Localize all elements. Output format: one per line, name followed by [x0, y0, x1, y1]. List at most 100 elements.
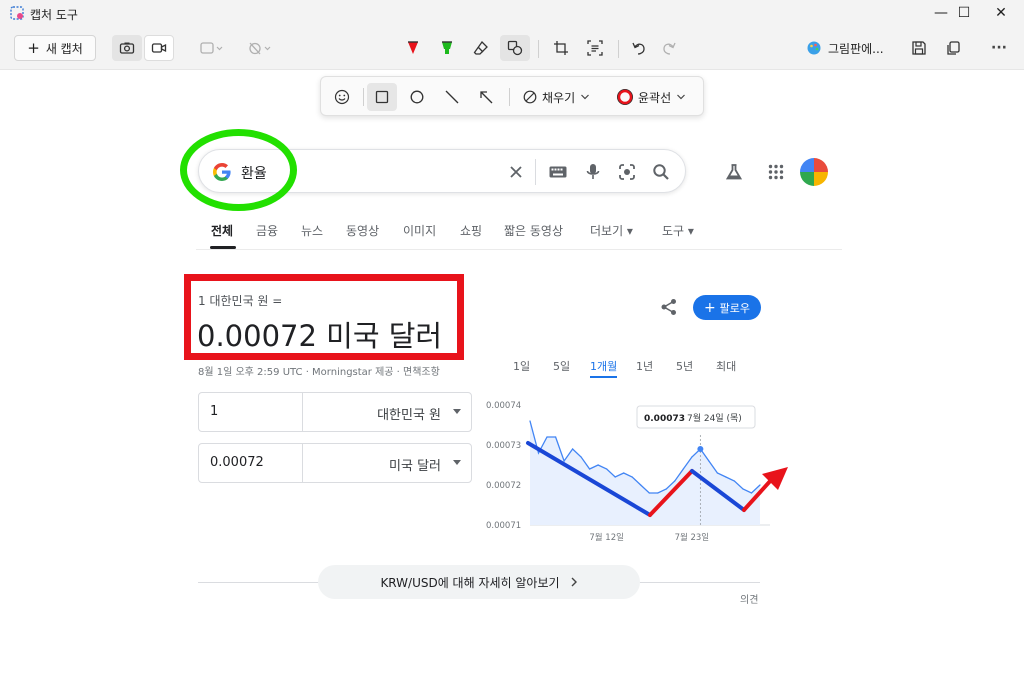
circle-shape-button[interactable]: [402, 83, 432, 111]
green-highlighter-icon: [442, 41, 452, 54]
search-labs-button[interactable]: [722, 160, 746, 184]
eraser-button[interactable]: [466, 35, 496, 61]
chevron-down-icon: [581, 94, 590, 100]
range-1y[interactable]: 1년: [636, 358, 653, 374]
chevron-down-icon: [677, 94, 686, 100]
range-5d[interactable]: 5일: [553, 358, 570, 374]
data-point: [580, 456, 582, 458]
tab-short-videos[interactable]: 짧은 동영상: [504, 222, 563, 239]
text-scan-icon: [587, 40, 603, 56]
google-apps-button[interactable]: [764, 160, 788, 184]
search-submit-button[interactable]: [650, 161, 672, 183]
krw-amount[interactable]: 1: [210, 404, 218, 419]
active-tab-indicator: [210, 246, 236, 249]
undo-icon: [632, 42, 645, 55]
dropdown-arrow-icon: [453, 460, 461, 465]
emoji-button[interactable]: [327, 83, 357, 111]
data-point: [648, 492, 650, 494]
y-tick-label: 0.00072: [486, 481, 521, 491]
krw-currency-select[interactable]: 대한민국 원: [377, 404, 441, 423]
data-point: [589, 468, 591, 470]
save-button[interactable]: [904, 35, 934, 61]
data-point: [691, 456, 693, 458]
shapes-button[interactable]: [500, 35, 530, 61]
line-icon: [445, 90, 459, 104]
tab-finance[interactable]: 금융: [256, 222, 278, 239]
video-mode-button[interactable]: [144, 35, 174, 61]
feedback-link[interactable]: 의견: [740, 591, 758, 606]
amount-input-krw[interactable]: 1 대한민국 원: [198, 392, 472, 432]
usd-amount[interactable]: 0.00072: [210, 455, 264, 470]
undo-button[interactable]: [624, 35, 654, 61]
outline-dropdown[interactable]: 윤곽선: [617, 83, 686, 111]
share-button[interactable]: [658, 296, 680, 318]
chevron-right-icon: [571, 577, 577, 587]
data-attribution: 8월 1일 오후 2:59 UTC · Morningstar 제공 · 면책조…: [198, 367, 440, 378]
ballpoint-pen-button[interactable]: [398, 35, 428, 61]
usd-currency-select[interactable]: 미국 달러: [389, 455, 441, 474]
tab-shopping[interactable]: 쇼핑: [460, 222, 482, 239]
plus-icon: +: [27, 39, 40, 57]
keyboard-button[interactable]: [547, 161, 569, 183]
close-button[interactable]: ✕: [978, 0, 1024, 26]
toolbar-divider: [618, 40, 619, 58]
tab-images[interactable]: 이미지: [403, 222, 436, 239]
rectangle-shape-button[interactable]: [367, 83, 397, 111]
data-point: [554, 436, 557, 438]
redo-button[interactable]: [654, 35, 684, 61]
text-actions-button[interactable]: [580, 35, 610, 61]
data-point: [631, 476, 633, 478]
data-point: [725, 476, 727, 478]
clear-search-button[interactable]: [505, 161, 527, 183]
crop-button[interactable]: [546, 35, 576, 61]
tab-all[interactable]: 전체: [211, 222, 233, 239]
apps-grid-icon: [768, 164, 784, 180]
data-point: [614, 476, 616, 478]
hover-point[interactable]: [697, 446, 704, 452]
range-5y[interactable]: 5년: [676, 358, 693, 374]
tab-tools[interactable]: 도구 ▾: [662, 222, 694, 239]
open-in-paint-button[interactable]: 그림판에...: [806, 35, 884, 61]
voice-search-button[interactable]: [582, 161, 604, 183]
follow-label: 팔로우: [719, 301, 751, 315]
more-options-button[interactable]: ···: [984, 35, 1014, 61]
outline-color-icon: [617, 89, 633, 105]
tab-videos[interactable]: 동영상: [346, 222, 379, 239]
lens-search-button[interactable]: [616, 161, 638, 183]
range-max[interactable]: 최대: [716, 358, 736, 374]
flyout-divider: [363, 88, 364, 106]
follow-button[interactable]: + 팔로우: [693, 295, 761, 320]
range-1m[interactable]: 1개월: [590, 358, 618, 378]
dropdown-arrow-icon: [453, 409, 461, 414]
conversion-result: 0.00072 미국 달러: [197, 319, 443, 353]
range-1d[interactable]: 1일: [513, 358, 530, 374]
field-divider: [302, 444, 303, 482]
tab-more[interactable]: 더보기 ▾: [590, 222, 633, 239]
plus-icon: +: [703, 299, 716, 316]
data-point: [546, 436, 548, 438]
share-icon: [661, 299, 676, 315]
delay-dropdown[interactable]: [242, 35, 278, 61]
learn-more-button[interactable]: KRW/USD에 대해 자세히 알아보기: [318, 565, 640, 599]
camera-icon: [119, 42, 135, 54]
data-point: [665, 488, 667, 490]
field-divider: [302, 393, 303, 431]
data-point: [537, 452, 540, 454]
highlighter-button[interactable]: [432, 35, 462, 61]
photo-mode-button[interactable]: [112, 35, 142, 61]
title-bar: 캡처 도구 — ☐ ✕: [0, 0, 1024, 26]
video-camera-icon: [151, 43, 167, 53]
copy-button[interactable]: [938, 35, 968, 61]
new-capture-button[interactable]: + 새 캡처: [14, 35, 96, 61]
line-shape-button[interactable]: [437, 83, 467, 111]
open-in-paint-label: 그림판에...: [828, 41, 884, 56]
x-tick-label: 7월 12일: [589, 532, 624, 543]
snip-shape-dropdown[interactable]: [194, 35, 230, 61]
arrow-shape-button[interactable]: [471, 83, 501, 111]
new-capture-label: 새 캡처: [45, 41, 83, 56]
exchange-rate-chart[interactable]: 0.00074 0.00073 0.00072 0.00071 7월 12일 7월 23일…: [480, 395, 790, 555]
account-avatar[interactable]: [800, 158, 828, 186]
tab-news[interactable]: 뉴스: [301, 222, 323, 239]
fill-dropdown[interactable]: 채우기: [523, 83, 590, 111]
amount-input-usd[interactable]: 0.00072 미국 달러: [198, 443, 472, 483]
